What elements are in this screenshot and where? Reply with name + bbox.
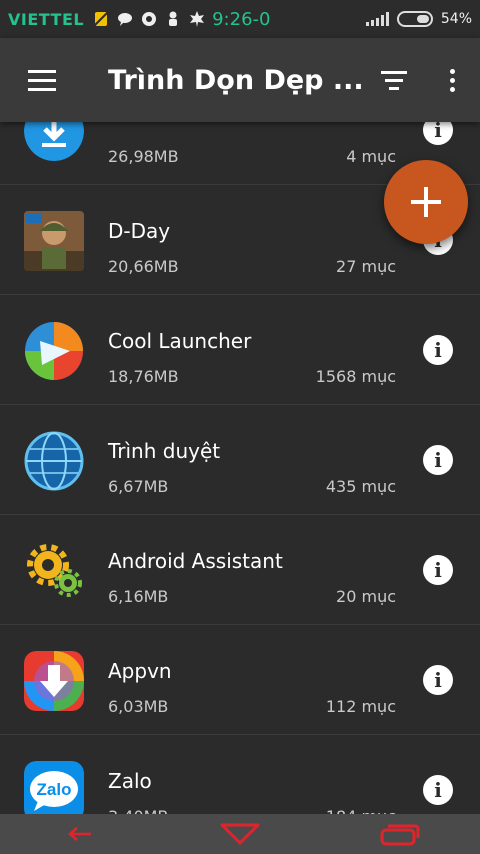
launcher-icon	[24, 321, 84, 381]
app-size: 6,67MB	[108, 477, 169, 496]
list-item[interactable]: Trình duyệt 6,67MB 435 mục i	[0, 405, 480, 515]
battery-percent: 54%	[440, 11, 472, 27]
app-name: Android Assistant	[108, 549, 283, 573]
add-fab-button[interactable]	[384, 160, 468, 244]
app-size: 26,98MB	[108, 147, 179, 166]
back-button[interactable]	[40, 814, 120, 854]
svg-text:Zalo: Zalo	[37, 780, 72, 799]
app-name: D-Day	[108, 219, 171, 243]
hamburger-menu-icon[interactable]	[0, 38, 84, 122]
home-icon	[220, 823, 260, 845]
app-size: 18,76MB	[108, 367, 179, 386]
messenger-icon	[140, 10, 158, 28]
back-arrow-icon	[68, 827, 91, 841]
app-name: Zalo	[108, 769, 152, 793]
app-name: Appvn	[108, 659, 172, 683]
info-icon[interactable]: i	[423, 665, 453, 695]
clock: 9:26-0	[212, 8, 271, 30]
app-bar: Trình Dọn Dẹp ...	[0, 38, 480, 122]
list-item[interactable]: Cool Launcher 18,76MB 1568 mục i	[0, 295, 480, 405]
zalo-icon: Zalo	[24, 761, 84, 821]
game-character-icon	[164, 10, 182, 28]
app-size: 6,03MB	[108, 697, 169, 716]
more-options-icon[interactable]	[424, 38, 480, 122]
signal-icon	[365, 12, 389, 26]
sort-filter-icon[interactable]	[364, 38, 424, 122]
app-size: 20,66MB	[108, 257, 179, 276]
app-name: Trình duyệt	[108, 439, 221, 463]
list-item[interactable]: Appvn 6,03MB 112 mục i	[0, 625, 480, 735]
item-count: 112 mục	[325, 697, 396, 716]
recent-apps-icon	[380, 824, 420, 846]
browser-globe-icon	[24, 431, 84, 491]
page-title: Trình Dọn Dẹp ...	[108, 64, 364, 96]
app-name: Cool Launcher	[108, 329, 252, 353]
status-bar: VIETTEL 9:26-0 54%	[0, 0, 480, 38]
item-count: 27 mục	[336, 257, 396, 276]
item-count: 20 mục	[336, 587, 396, 606]
system-nav-bar	[0, 814, 480, 854]
battery-icon	[396, 11, 433, 27]
info-icon[interactable]: i	[423, 555, 453, 585]
home-button[interactable]	[200, 814, 280, 854]
item-count: 1568 mục	[315, 367, 396, 386]
gears-icon	[24, 541, 84, 601]
leaf-icon	[188, 10, 206, 28]
list-item[interactable]: Android Assistant 6,16MB 20 mục i	[0, 515, 480, 625]
info-icon[interactable]: i	[423, 445, 453, 475]
appvn-icon	[24, 651, 84, 711]
no-sim-icon	[92, 10, 110, 28]
item-count: 435 mục	[325, 477, 396, 496]
carrier-name: VIETTEL	[8, 9, 85, 29]
chat-icon	[116, 10, 134, 28]
notification-icons	[92, 10, 206, 28]
app-size: 6,16MB	[108, 587, 169, 606]
soldier-game-icon	[24, 211, 84, 271]
info-icon[interactable]: i	[423, 775, 453, 805]
recent-apps-button[interactable]	[360, 814, 440, 854]
info-icon[interactable]: i	[423, 335, 453, 365]
item-count: 4 mục	[346, 147, 396, 166]
